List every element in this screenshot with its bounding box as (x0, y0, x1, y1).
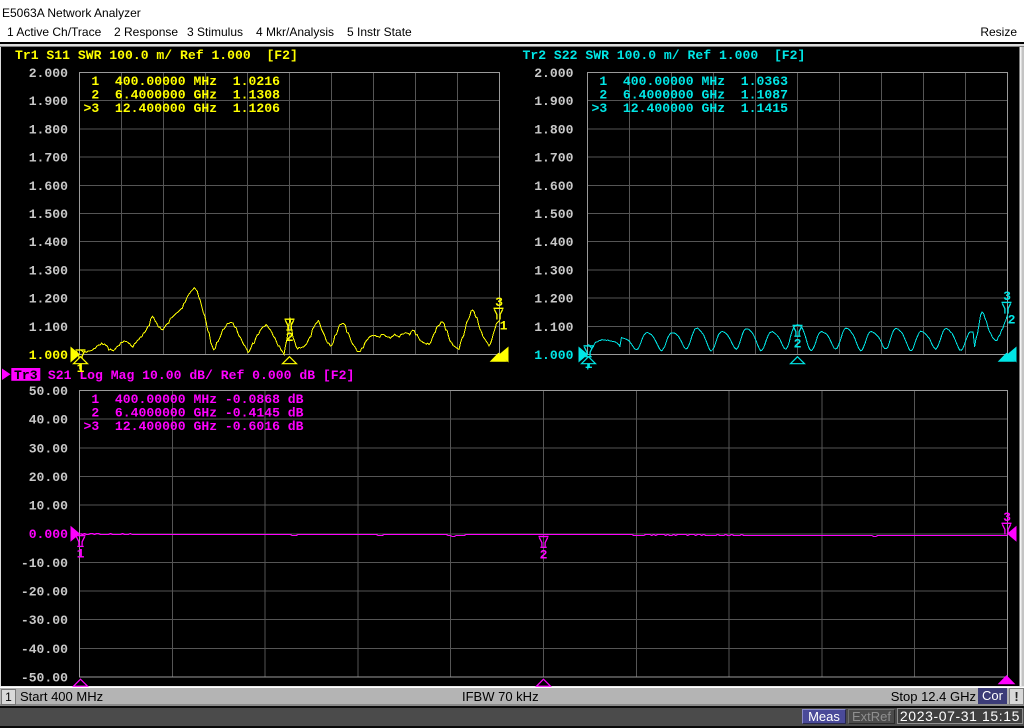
svg-text:1.500: 1.500 (29, 207, 68, 222)
svg-text:-40.00: -40.00 (21, 642, 68, 657)
svg-text:40.00: 40.00 (29, 413, 68, 428)
svg-text:Tr1 S11 SWR 100.0 m/ Ref 1.000: Tr1 S11 SWR 100.0 m/ Ref 1.000 [F2] (15, 48, 298, 63)
svg-text:2.000: 2.000 (29, 66, 68, 81)
svg-text:2.000: 2.000 (534, 66, 573, 81)
svg-text:3: 3 (1003, 510, 1011, 525)
svg-text:1.400: 1.400 (534, 235, 573, 250)
svg-text:1.700: 1.700 (29, 151, 68, 166)
svg-text:1.100: 1.100 (29, 320, 68, 335)
svg-text:1.100: 1.100 (534, 320, 573, 335)
svg-text:20.00: 20.00 (29, 470, 68, 485)
svg-text:50.00: 50.00 (29, 384, 68, 399)
svg-text:>3 12.400000 GHz 1.1206: >3 12.400000 GHz 1.1206 (84, 101, 281, 116)
svg-text:-10.00: -10.00 (21, 556, 68, 571)
svg-text:1.900: 1.900 (29, 94, 68, 109)
svg-text:2: 2 (540, 547, 548, 562)
svg-text:Tr3: Tr3 (14, 368, 38, 383)
svg-text:1.200: 1.200 (29, 292, 68, 307)
svg-text:1.800: 1.800 (534, 122, 573, 137)
svg-text:>3 12.400000 GHz -0.6016 dB: >3 12.400000 GHz -0.6016 dB (84, 419, 304, 434)
svg-text:-50.00: -50.00 (21, 671, 68, 686)
svg-text:1.500: 1.500 (534, 207, 573, 222)
svg-text:1.300: 1.300 (534, 263, 573, 278)
svg-text:1.300: 1.300 (29, 263, 68, 278)
svg-text:3: 3 (495, 295, 503, 310)
svg-text:2: 2 (1008, 313, 1016, 328)
svg-text:1.200: 1.200 (534, 292, 573, 307)
svg-text:3: 3 (1003, 289, 1011, 304)
svg-text:1: 1 (77, 547, 85, 562)
svg-text:Tr2 S22 SWR 100.0 m/ Ref 1.000: Tr2 S22 SWR 100.0 m/ Ref 1.000 [F2] (523, 48, 806, 63)
svg-text:2: 2 (794, 336, 802, 351)
svg-text:1.600: 1.600 (534, 179, 573, 194)
svg-text:S21 Log Mag 10.00 dB/ Ref 0.00: S21 Log Mag 10.00 dB/ Ref 0.000 dB [F2] (48, 368, 354, 383)
svg-text:2: 2 (286, 330, 294, 345)
svg-text:0.000: 0.000 (29, 527, 68, 542)
svg-text:1.900: 1.900 (534, 94, 573, 109)
svg-text:1: 1 (500, 319, 508, 334)
svg-text:1.600: 1.600 (29, 179, 68, 194)
svg-text:1.700: 1.700 (534, 151, 573, 166)
svg-text:1.000: 1.000 (534, 348, 573, 363)
svg-text:30.00: 30.00 (29, 441, 68, 456)
svg-text:-20.00: -20.00 (21, 585, 68, 600)
svg-text:-30.00: -30.00 (21, 613, 68, 628)
svg-text:1.000: 1.000 (29, 348, 68, 363)
svg-text:1.400: 1.400 (29, 235, 68, 250)
svg-text:>3 12.400000 GHz 1.1415: >3 12.400000 GHz 1.1415 (592, 101, 789, 116)
svg-text:10.00: 10.00 (29, 499, 68, 514)
svg-text:1.800: 1.800 (29, 122, 68, 137)
